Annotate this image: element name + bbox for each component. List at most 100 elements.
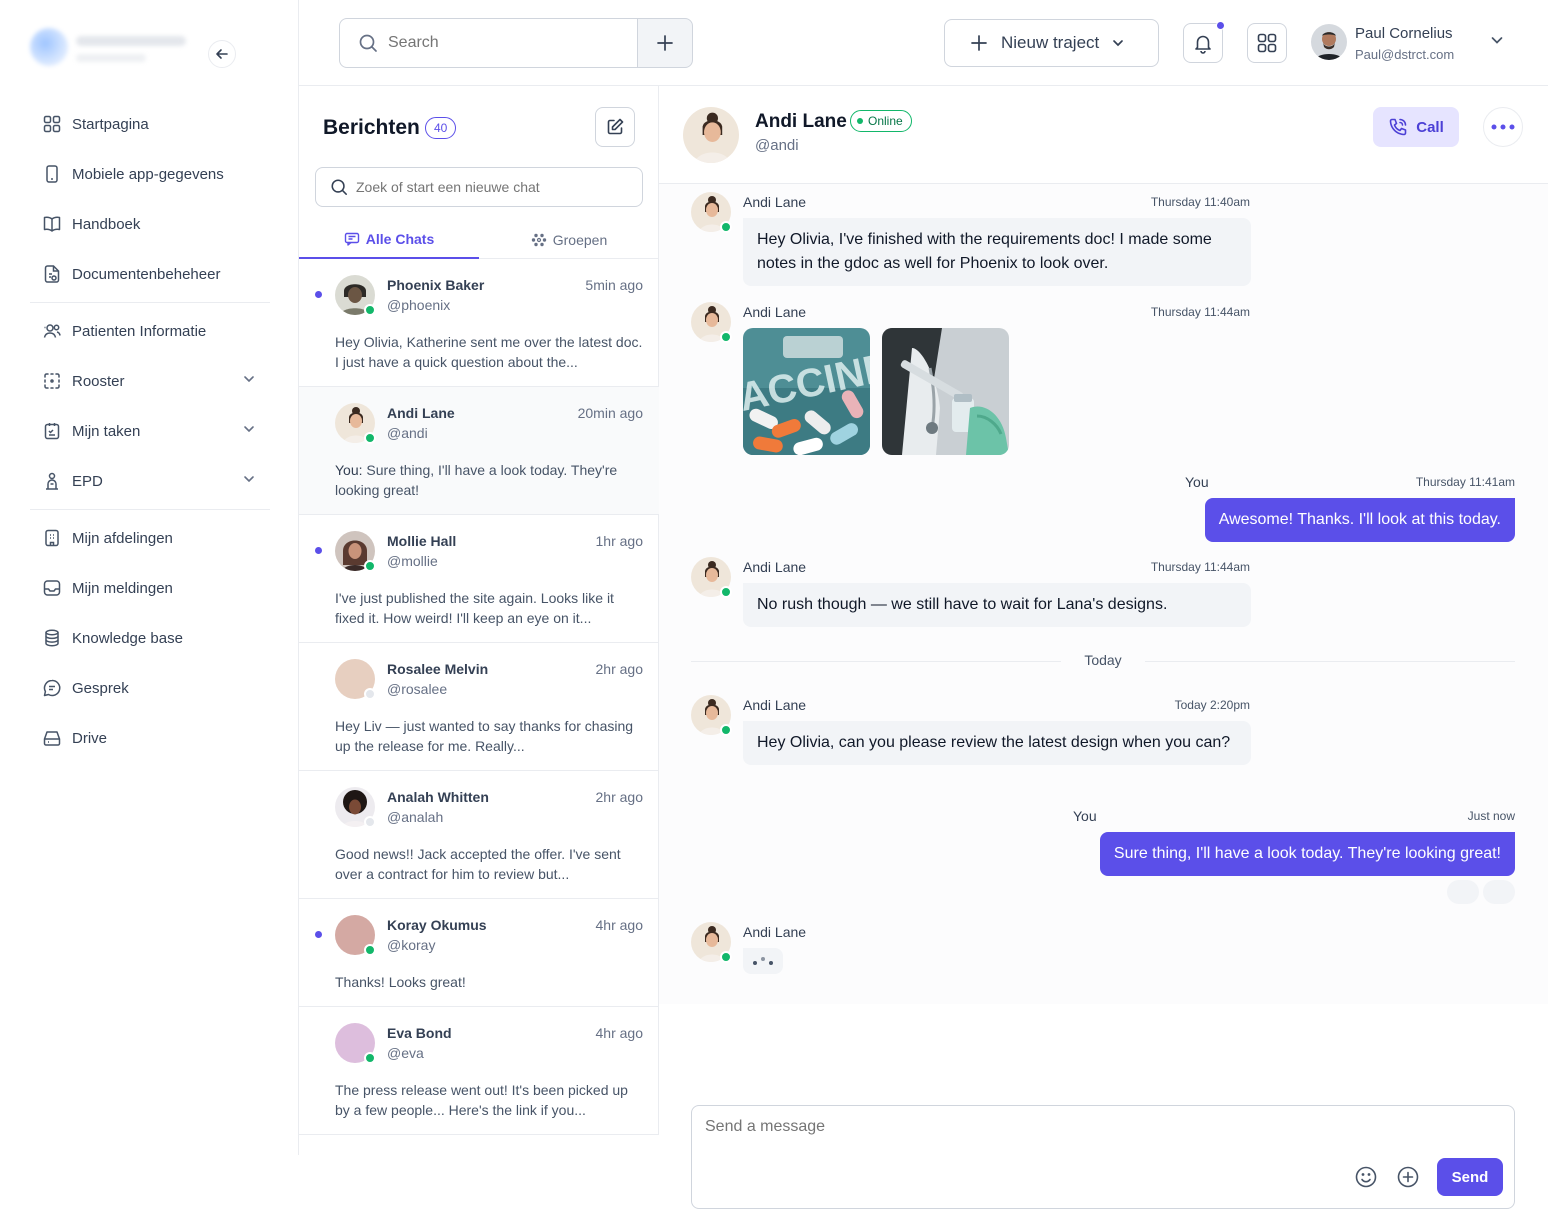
message-sender: You [1185, 474, 1209, 490]
chat-icon [42, 678, 62, 698]
search-add-button[interactable] [637, 18, 693, 68]
reaction-chip[interactable] [1483, 880, 1515, 904]
contact-name: Eva Bond [387, 1025, 452, 1041]
sidebar-item-mijn-taken[interactable]: Mijn taken [30, 406, 270, 456]
contact-name: Andi Lane [387, 405, 455, 421]
contact-name: Andi Lane [755, 111, 847, 132]
sidebar-item-startpagina[interactable]: Startpagina [30, 99, 270, 149]
message-time: Thursday 11:40am [1150, 195, 1250, 209]
arrow-left-icon [216, 49, 228, 59]
message-incoming: Andi Lane Thursday 11:44am No rush thoug… [659, 549, 1548, 639]
sidebar-item-rooster[interactable]: Rooster [30, 356, 270, 406]
typing-indicator [743, 948, 783, 974]
reaction-chip[interactable] [1447, 880, 1479, 904]
conversation-item[interactable]: Mollie Hall @mollie 1hr ago I've just pu… [299, 515, 659, 643]
document-icon [42, 264, 62, 284]
emoji-icon[interactable] [1354, 1165, 1378, 1189]
message-time: Thursday 11:44am [1150, 305, 1250, 319]
send-button[interactable]: Send [1437, 1158, 1503, 1196]
tab-label: Alle Chats [365, 231, 435, 247]
search-icon [331, 179, 347, 195]
chevron-down-icon [1113, 40, 1124, 47]
chevron-down-icon [244, 426, 254, 433]
sidebar-item-knowledge-base[interactable]: Knowledge base [30, 613, 270, 663]
preview-prefix: You: [335, 462, 363, 478]
contact-handle: @eva [387, 1045, 424, 1061]
conversation-list: Phoenix Baker @phoenix 5min ago Hey Oliv… [299, 259, 659, 1135]
logo-mark [30, 28, 68, 66]
sidebar-item-documentenbeheer[interactable]: Documentenbeheheer [30, 249, 270, 299]
sidebar-item-label: EPD [72, 472, 103, 490]
sidebar-item-label: Patienten Informatie [72, 322, 207, 340]
notifications-button[interactable] [1183, 21, 1225, 63]
message-time: Thursday 11:41am [1415, 475, 1515, 489]
sidebar-item-epd[interactable]: EPD [30, 456, 270, 506]
sidebar-item-mobiele-app[interactable]: Mobiele app-gegevens [30, 149, 270, 199]
message-preview: I've just published the site again. Look… [335, 590, 614, 626]
message-sender: Andi Lane [743, 697, 807, 713]
user-avatar[interactable] [1311, 24, 1347, 60]
conversation-item[interactable]: Koray Okumus @koray 4hr ago Thanks! Look… [299, 899, 659, 1007]
collapse-sidebar-button[interactable] [208, 40, 236, 68]
online-status-dot [720, 221, 732, 233]
message-bubble: Sure thing, I'll have a look today. They… [1099, 832, 1515, 876]
search-input[interactable] [388, 34, 608, 52]
online-status-dot [364, 944, 376, 956]
conversation-item[interactable]: Analah Whitten @analah 2hr ago Good news… [299, 771, 659, 899]
message-thread: Andi Lane Thursday 11:40am Hey Olivia, I… [659, 184, 1548, 1209]
add-attachment-icon[interactable] [1396, 1165, 1420, 1189]
sidebar-item-gesprek[interactable]: Gesprek [30, 663, 270, 713]
message-bubble: No rush though — we still have to wait f… [743, 583, 1251, 627]
vaccine-syringe-image[interactable] [882, 328, 1009, 455]
new-chat-button[interactable] [595, 107, 635, 147]
pills-image[interactable]: ACCINE [743, 328, 870, 455]
sidebar-item-label: Handboek [72, 215, 141, 233]
conversation-item[interactable]: Phoenix Baker @phoenix 5min ago Hey Oliv… [299, 259, 659, 387]
conversation-time: 5min ago [585, 277, 643, 293]
edit-icon [607, 118, 624, 135]
sidebar-item-handboek[interactable]: Handboek [30, 199, 270, 249]
sidebar-item-patienten[interactable]: Patienten Informatie [30, 306, 270, 356]
conversation-item[interactable]: Rosalee Melvin @rosalee 2hr ago Hey Liv … [299, 643, 659, 771]
contact-handle: @rosalee [387, 681, 448, 697]
nav-divider [30, 509, 270, 510]
contact-handle: @andi [755, 137, 799, 154]
call-button[interactable]: Call [1373, 107, 1459, 147]
sidebar-item-drive[interactable]: Drive [30, 713, 270, 763]
tab-groepen[interactable]: Groepen [479, 221, 659, 259]
phone-call-icon [1389, 118, 1407, 136]
message-preview: Good news!! Jack accepted the offer. I'v… [335, 846, 621, 882]
contact-name: Koray Okumus [387, 917, 487, 933]
date-divider-label: Today [1084, 652, 1122, 668]
typing-dot [761, 957, 765, 961]
unread-dot [315, 547, 322, 554]
chat-search-input[interactable] [356, 179, 616, 195]
typing-dot [753, 961, 757, 965]
new-traject-button[interactable]: Nieuw traject [944, 19, 1159, 67]
conversation-time: 2hr ago [595, 661, 643, 677]
conversation-item-selected[interactable]: Andi Lane @andi 20min ago You: Sure thin… [299, 387, 659, 515]
tab-alle-chats[interactable]: Alle Chats [299, 221, 479, 259]
message-preview: Hey Olivia, Katherine sent me over the l… [335, 334, 643, 370]
offline-status-dot [364, 816, 376, 828]
message-input[interactable] [705, 1118, 1305, 1148]
unread-dot [315, 291, 322, 298]
chat-list-title: Berichten [323, 116, 420, 139]
message-incoming: Andi Lane Today 2:20pm Hey Olivia, can y… [659, 687, 1548, 797]
conversation-item[interactable]: Eva Bond @eva 4hr ago The press release … [299, 1007, 659, 1135]
global-search [339, 18, 638, 68]
chevron-down-icon[interactable] [1489, 32, 1505, 48]
sidebar-item-mijn-afdelingen[interactable]: Mijn afdelingen [30, 513, 270, 563]
more-options-button[interactable] [1483, 107, 1523, 147]
sidebar-item-label: Drive [72, 729, 108, 747]
online-status-dot [364, 560, 376, 572]
message-time: Just now [1467, 809, 1515, 823]
message-sender: Andi Lane [743, 559, 807, 575]
sidebar-item-label: Rooster [72, 372, 125, 390]
sidebar-item-mijn-meldingen[interactable]: Mijn meldingen [30, 563, 270, 613]
apps-button[interactable] [1247, 23, 1287, 63]
conversation-time: 2hr ago [595, 789, 643, 805]
message-incoming: Andi Lane Thursday 11:40am Hey Olivia, I… [659, 184, 1548, 294]
call-label: Call [1416, 118, 1444, 136]
chat-search [315, 167, 643, 207]
